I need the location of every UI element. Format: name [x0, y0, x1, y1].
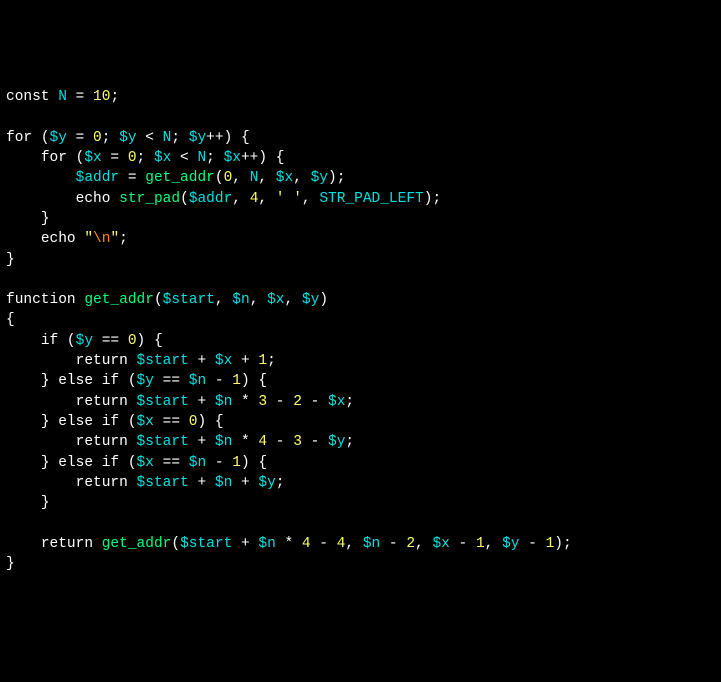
keyword-else: else	[58, 373, 93, 389]
var-addr: $addr	[76, 170, 120, 186]
var-x: $x	[84, 150, 101, 166]
keyword-return: return	[76, 353, 128, 369]
keyword-for: for	[6, 130, 32, 146]
keyword-const: const	[6, 89, 50, 105]
escape-newline: \n	[93, 231, 110, 247]
func-get_addr: get_addr	[145, 170, 215, 186]
var-y: $y	[50, 130, 67, 146]
var-start: $start	[163, 292, 215, 308]
keyword-echo: echo	[76, 191, 111, 207]
constant-str-pad-left: STR_PAD_LEFT	[319, 191, 423, 207]
string-space: ' '	[276, 191, 302, 207]
number-10: 10	[93, 89, 110, 105]
keyword-function: function	[6, 292, 76, 308]
var-n: $n	[232, 292, 249, 308]
keyword-if: if	[41, 333, 58, 349]
code-block: const N = 10; for ($y = 0; $y < N; $y++)…	[6, 87, 715, 574]
func-str_pad: str_pad	[119, 191, 180, 207]
constant-N: N	[58, 89, 67, 105]
